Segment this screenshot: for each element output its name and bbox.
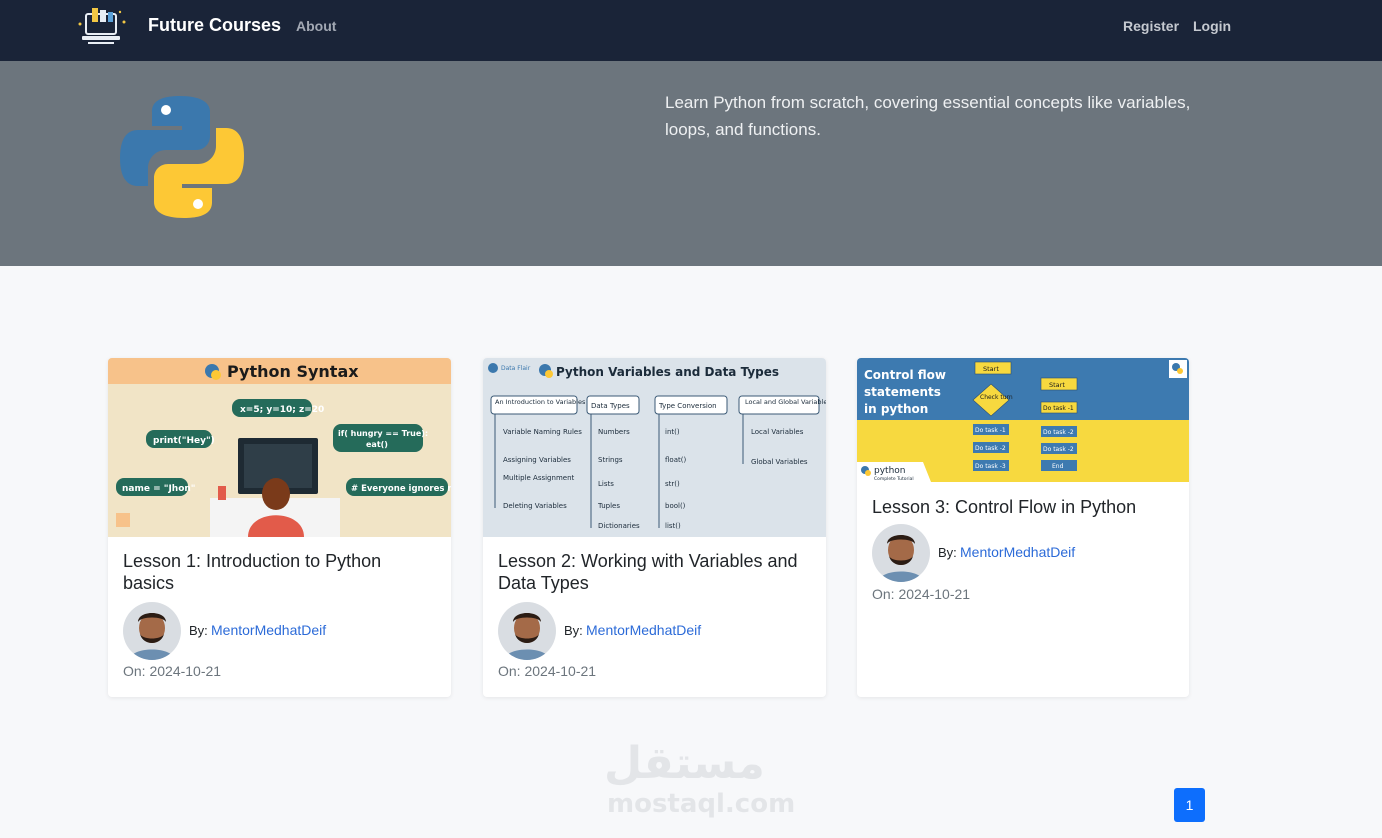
- nav-link-login[interactable]: Login: [1193, 18, 1231, 34]
- lesson-title[interactable]: Lesson 2: Working with Variables and Dat…: [498, 550, 808, 594]
- flow-a-step: Do task -2: [975, 445, 1006, 452]
- nav-link-register[interactable]: Register: [1123, 18, 1179, 34]
- col-2-item: Tuples: [597, 502, 620, 510]
- brand-logo-icon[interactable]: [72, 4, 132, 50]
- lesson-date: On: 2024-10-21: [872, 586, 971, 602]
- author-link[interactable]: MentorMedhatDeif: [586, 622, 701, 638]
- flow-a-step: Do task -1: [975, 427, 1006, 434]
- by-label: By:: [189, 623, 208, 638]
- code-bubble: name = "Jhon": [122, 484, 196, 494]
- by-label: By:: [564, 623, 583, 638]
- col-1-item: Variable Naming Rules: [503, 428, 582, 436]
- lesson-thumbnail[interactable]: Python Syntax x=5; y=10; z=20 print("Hey…: [108, 358, 451, 537]
- flow-b-step: Start: [1049, 381, 1065, 389]
- col-4-item: Global Variables: [751, 458, 808, 466]
- python-logo-icon: [120, 96, 244, 218]
- author-link[interactable]: MentorMedhatDeif: [211, 622, 326, 638]
- flow-a-step: Check turn: [980, 394, 1013, 401]
- thumb-heading: Python Variables and Data Types: [556, 365, 779, 379]
- col-3-item: str(): [665, 480, 680, 488]
- col-3-item: bool(): [665, 502, 686, 510]
- flow-b-step: Do task -2: [1043, 446, 1074, 453]
- hero-description: Learn Python from scratch, covering esse…: [665, 93, 1191, 139]
- col-3-item: int(): [665, 428, 680, 436]
- lesson-card[interactable]: Python Syntax x=5; y=10; z=20 print("Hey…: [108, 358, 451, 697]
- author-link[interactable]: MentorMedhatDeif: [960, 544, 1075, 560]
- code-bubble: eat(): [366, 440, 388, 449]
- code-bubble: print("Hey"): [153, 436, 215, 446]
- lesson-title[interactable]: Lesson 3: Control Flow in Python: [872, 496, 1182, 518]
- col-2-item: Dictionaries: [598, 522, 640, 530]
- col-1-item: Multiple Assignment: [503, 474, 574, 482]
- thumb-heading: Control flow: [864, 368, 946, 382]
- watermark-latin: mostaql.com: [607, 789, 796, 819]
- col-2-head: Data Types: [591, 402, 630, 410]
- lesson-thumbnail[interactable]: Control flow statements in python Start …: [857, 358, 1189, 482]
- col-1-head: An Introduction to Variables: [495, 398, 586, 406]
- nav-link-about[interactable]: About: [296, 18, 336, 34]
- thumb-heading: statements: [864, 385, 941, 399]
- flow-a-step: Do task -3: [975, 463, 1006, 470]
- python-badge: python: [874, 466, 905, 476]
- col-3-head: Type Conversion: [658, 402, 717, 410]
- thumb-heading: Python Syntax: [227, 362, 359, 381]
- flow-b-step: Do task -1: [1043, 405, 1074, 412]
- col-2-item: Numbers: [598, 428, 630, 436]
- col-3-item: list(): [665, 522, 681, 530]
- col-1-item: Deleting Variables: [503, 502, 567, 510]
- code-bubble: # Everyone ignores me: [351, 484, 451, 494]
- watermark-arabic: مستقل: [604, 738, 765, 789]
- col-4-head: Local and Global Variables: [745, 398, 826, 406]
- code-bubble: if( hungry == True):: [338, 429, 428, 438]
- hero-section: Learn Python from scratch, covering esse…: [0, 61, 1382, 266]
- col-2-item: Strings: [598, 456, 623, 464]
- navbar: Future Courses About Register Login: [0, 0, 1382, 61]
- lesson-card[interactable]: Data Flair Python Variables and Data Typ…: [483, 358, 826, 697]
- brand-name[interactable]: Future Courses: [148, 15, 281, 36]
- lesson-date: On: 2024-10-21: [123, 663, 222, 679]
- lesson-thumbnail[interactable]: Data Flair Python Variables and Data Typ…: [483, 358, 826, 537]
- col-1-item: Assigning Variables: [503, 456, 571, 464]
- author-avatar: [872, 524, 930, 582]
- flow-a-step: Start: [983, 365, 999, 373]
- lesson-title[interactable]: Lesson 1: Introduction to Python basics: [123, 550, 433, 594]
- thumb-heading: in python: [864, 402, 928, 416]
- thumb-corner: Data Flair: [501, 365, 531, 372]
- python-badge-sub: Complete Tutorial: [874, 476, 914, 482]
- pagination-page-1[interactable]: 1: [1174, 788, 1205, 822]
- author-avatar: [123, 602, 181, 660]
- flow-b-step: End: [1052, 463, 1064, 470]
- col-3-item: float(): [665, 456, 686, 464]
- lesson-card[interactable]: Control flow statements in python Start …: [857, 358, 1189, 697]
- by-label: By:: [938, 545, 957, 560]
- col-2-item: Lists: [598, 480, 614, 488]
- author-avatar: [498, 602, 556, 660]
- code-bubble: x=5; y=10; z=20: [240, 405, 324, 415]
- lesson-date: On: 2024-10-21: [498, 663, 597, 679]
- col-4-item: Local Variables: [751, 428, 804, 436]
- flow-b-step: Do task -2: [1043, 429, 1074, 436]
